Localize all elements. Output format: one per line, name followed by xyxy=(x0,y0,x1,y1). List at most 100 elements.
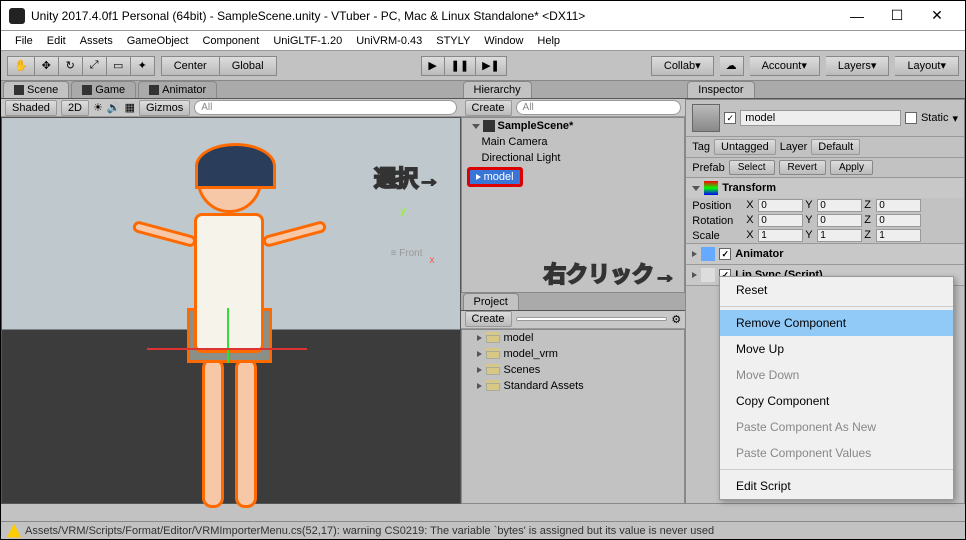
maximize-button[interactable]: ☐ xyxy=(877,2,917,30)
menu-component[interactable]: Component xyxy=(196,33,265,49)
scl-x[interactable] xyxy=(758,229,803,242)
rect-tool-button[interactable]: ▭ xyxy=(107,56,131,76)
scale-label: Scale xyxy=(692,230,744,242)
layers-dropdown[interactable]: Layers ▾ xyxy=(826,56,890,76)
static-checkbox[interactable] xyxy=(905,112,917,124)
avatar-model[interactable] xyxy=(147,128,312,533)
object-icon xyxy=(692,104,720,132)
menu-styly[interactable]: STYLY xyxy=(430,33,476,49)
shaded-dropdown[interactable]: Shaded xyxy=(5,100,57,116)
scl-z[interactable] xyxy=(876,229,921,242)
tab-inspector[interactable]: Inspector xyxy=(687,81,754,98)
project-filter-icon[interactable]: ⚙ xyxy=(671,313,681,326)
titlebar: Unity 2017.4.0f1 Personal (64bit) - Samp… xyxy=(1,1,965,31)
move-axis-y[interactable] xyxy=(227,308,229,363)
ctx-edit-script[interactable]: Edit Script xyxy=(720,473,953,499)
pos-y[interactable] xyxy=(817,199,862,212)
hierarchy-scene[interactable]: SampleScene* xyxy=(462,118,685,134)
project-folder-modelvrm[interactable]: model_vrm xyxy=(462,346,685,362)
active-checkbox[interactable]: ✓ xyxy=(724,112,736,124)
scale-tool-button[interactable]: ⤢ xyxy=(83,56,107,76)
prefab-select-button[interactable]: Select xyxy=(729,160,775,175)
project-folder-model[interactable]: model xyxy=(462,330,685,346)
scl-y[interactable] xyxy=(817,229,862,242)
pos-z[interactable] xyxy=(876,199,921,212)
hand-tool-button[interactable]: ✋ xyxy=(7,56,35,76)
menu-unigltf[interactable]: UniGLTF-1.20 xyxy=(267,33,348,49)
menu-gameobject[interactable]: GameObject xyxy=(121,33,195,49)
hierarchy-item-camera[interactable]: Main Camera xyxy=(462,134,685,150)
project-folder-scenes[interactable]: Scenes xyxy=(462,362,685,378)
ctx-copy-component[interactable]: Copy Component xyxy=(720,388,953,414)
menu-univrm[interactable]: UniVRM-0.43 xyxy=(350,33,428,49)
ctx-move-down[interactable]: Move Down xyxy=(720,362,953,388)
tab-hierarchy[interactable]: Hierarchy xyxy=(463,81,532,98)
tab-animator[interactable]: Animator xyxy=(138,81,217,98)
hierarchy-create[interactable]: Create xyxy=(465,100,512,116)
minimize-button[interactable]: — xyxy=(837,2,877,30)
fx-icon[interactable]: ▦ xyxy=(125,101,135,114)
ctx-remove-component[interactable]: Remove Component xyxy=(720,310,953,336)
tab-scene[interactable]: Scene xyxy=(3,81,69,98)
gizmos-dropdown[interactable]: Gizmos xyxy=(139,100,190,116)
pause-button[interactable]: ❚❚ xyxy=(445,56,476,76)
ctx-paste-values[interactable]: Paste Component Values xyxy=(720,440,953,466)
hierarchy-item-model[interactable]: model xyxy=(467,167,523,187)
tag-label: Tag xyxy=(692,141,710,153)
tab-project[interactable]: Project xyxy=(463,293,519,310)
rotate-tool-button[interactable]: ↻ xyxy=(59,56,83,76)
layer-dropdown[interactable]: Default xyxy=(811,139,860,155)
animator-header[interactable]: ✓Animator xyxy=(686,244,964,264)
object-name-field[interactable]: model xyxy=(740,110,901,126)
project-folder-stdassets[interactable]: Standard Assets xyxy=(462,378,685,394)
play-button[interactable]: ▶ xyxy=(421,56,445,76)
unity-logo-icon xyxy=(9,8,25,24)
static-dropdown-icon[interactable]: ▾ xyxy=(952,112,958,125)
prefab-apply-button[interactable]: Apply xyxy=(830,160,873,175)
mode-2d-button[interactable]: 2D xyxy=(61,100,89,116)
ctx-paste-new[interactable]: Paste Component As New xyxy=(720,414,953,440)
project-search[interactable] xyxy=(516,317,668,321)
ctx-reset[interactable]: Reset xyxy=(720,277,953,303)
rot-x[interactable] xyxy=(758,214,803,227)
scene-search[interactable]: All xyxy=(194,100,456,115)
project-create[interactable]: Create xyxy=(465,311,512,327)
move-tool-button[interactable]: ✥ xyxy=(35,56,59,76)
hierarchy-search[interactable]: All xyxy=(516,100,682,115)
hierarchy-panel: SampleScene* Main Camera Directional Lig… xyxy=(461,117,686,293)
gizmo-y-label: y xyxy=(401,206,406,217)
light-icon[interactable]: ☀ xyxy=(93,101,103,114)
cloud-button[interactable]: ☁ xyxy=(720,56,744,76)
menu-edit[interactable]: Edit xyxy=(41,33,72,49)
menu-assets[interactable]: Assets xyxy=(74,33,119,49)
menu-file[interactable]: File xyxy=(9,33,39,49)
hierarchy-item-light[interactable]: Directional Light xyxy=(462,150,685,166)
scene-view[interactable]: y x ≡ Front xyxy=(1,117,461,504)
pivot-global-button[interactable]: Global xyxy=(220,56,277,76)
prefab-revert-button[interactable]: Revert xyxy=(779,160,826,175)
audio-icon[interactable]: 🔊 xyxy=(107,101,121,114)
context-menu: Reset Remove Component Move Up Move Down… xyxy=(719,276,954,500)
menu-window[interactable]: Window xyxy=(478,33,529,49)
close-button[interactable]: ✕ xyxy=(917,2,957,30)
rot-y[interactable] xyxy=(817,214,862,227)
scene-tabbar: Scene Game Animator xyxy=(1,81,461,99)
account-dropdown[interactable]: Account ▾ xyxy=(750,56,820,76)
move-axis-x[interactable] xyxy=(147,348,307,350)
status-message: Assets/VRM/Scripts/Format/Editor/VRMImpo… xyxy=(25,525,714,537)
project-panel: model model_vrm Scenes Standard Assets xyxy=(461,329,686,505)
layout-dropdown[interactable]: Layout ▾ xyxy=(895,56,959,76)
window-title: Unity 2017.4.0f1 Personal (64bit) - Samp… xyxy=(31,9,837,23)
ctx-move-up[interactable]: Move Up xyxy=(720,336,953,362)
rot-z[interactable] xyxy=(876,214,921,227)
pos-x[interactable] xyxy=(758,199,803,212)
menu-help[interactable]: Help xyxy=(531,33,566,49)
tag-dropdown[interactable]: Untagged xyxy=(714,139,776,155)
transform-tool-button[interactable]: ✦ xyxy=(131,56,155,76)
transform-header[interactable]: Transform xyxy=(686,178,964,198)
tab-game[interactable]: Game xyxy=(71,81,136,98)
step-button[interactable]: ▶❚ xyxy=(476,56,507,76)
pivot-center-button[interactable]: Center xyxy=(161,56,220,76)
collab-button[interactable]: Collab ▾ xyxy=(651,56,714,76)
scene-subbar: Shaded 2D ☀ 🔊 ▦ Gizmos All xyxy=(1,99,461,117)
